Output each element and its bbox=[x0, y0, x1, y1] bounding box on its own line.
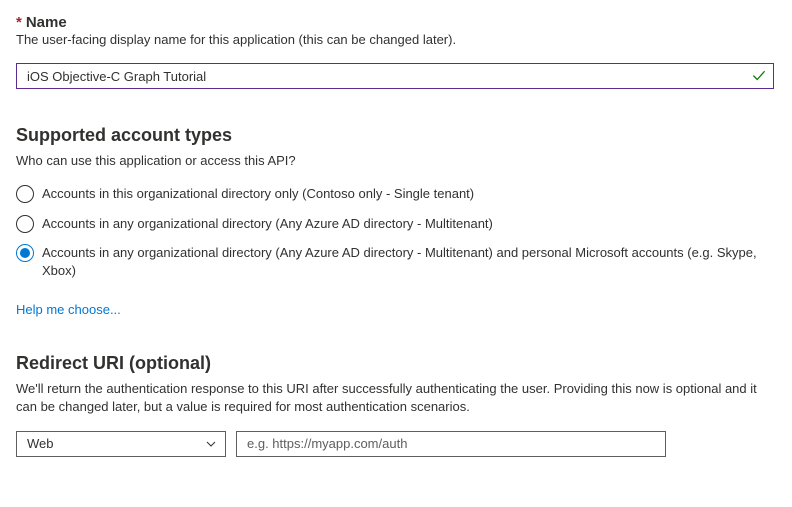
help-me-choose-link[interactable]: Help me choose... bbox=[16, 302, 121, 317]
redirect-uri-input[interactable] bbox=[236, 431, 666, 457]
required-indicator: * bbox=[16, 14, 22, 31]
platform-select[interactable]: Web bbox=[16, 431, 226, 457]
radio-icon bbox=[16, 244, 34, 262]
radio-icon bbox=[16, 185, 34, 203]
account-type-option-multitenant-personal[interactable]: Accounts in any organizational directory… bbox=[16, 243, 776, 280]
name-section: *Name The user-facing display name for t… bbox=[16, 14, 776, 89]
radio-icon bbox=[16, 215, 34, 233]
redirect-uri-section: Redirect URI (optional) We'll return the… bbox=[16, 353, 776, 456]
radio-label: Accounts in any organizational directory… bbox=[42, 243, 776, 280]
chevron-down-icon bbox=[205, 438, 217, 450]
platform-select-value: Web bbox=[27, 436, 54, 451]
name-description: The user-facing display name for this ap… bbox=[16, 31, 776, 49]
account-type-option-multitenant[interactable]: Accounts in any organizational directory… bbox=[16, 214, 776, 233]
redirect-uri-title: Redirect URI (optional) bbox=[16, 353, 776, 374]
account-types-radio-group: Accounts in this organizational director… bbox=[16, 184, 776, 280]
name-label-row: *Name bbox=[16, 14, 776, 31]
radio-label: Accounts in any organizational directory… bbox=[42, 214, 493, 233]
radio-label: Accounts in this organizational director… bbox=[42, 184, 474, 203]
account-types-section: Supported account types Who can use this… bbox=[16, 125, 776, 317]
account-types-description: Who can use this application or access t… bbox=[16, 152, 776, 170]
redirect-uri-row: Web bbox=[16, 431, 776, 457]
name-input-wrapper bbox=[16, 63, 774, 89]
name-input[interactable] bbox=[16, 63, 774, 89]
redirect-uri-description: We'll return the authentication response… bbox=[16, 380, 776, 416]
name-label: Name bbox=[26, 14, 67, 31]
account-types-title: Supported account types bbox=[16, 125, 776, 146]
account-type-option-single-tenant[interactable]: Accounts in this organizational director… bbox=[16, 184, 776, 203]
